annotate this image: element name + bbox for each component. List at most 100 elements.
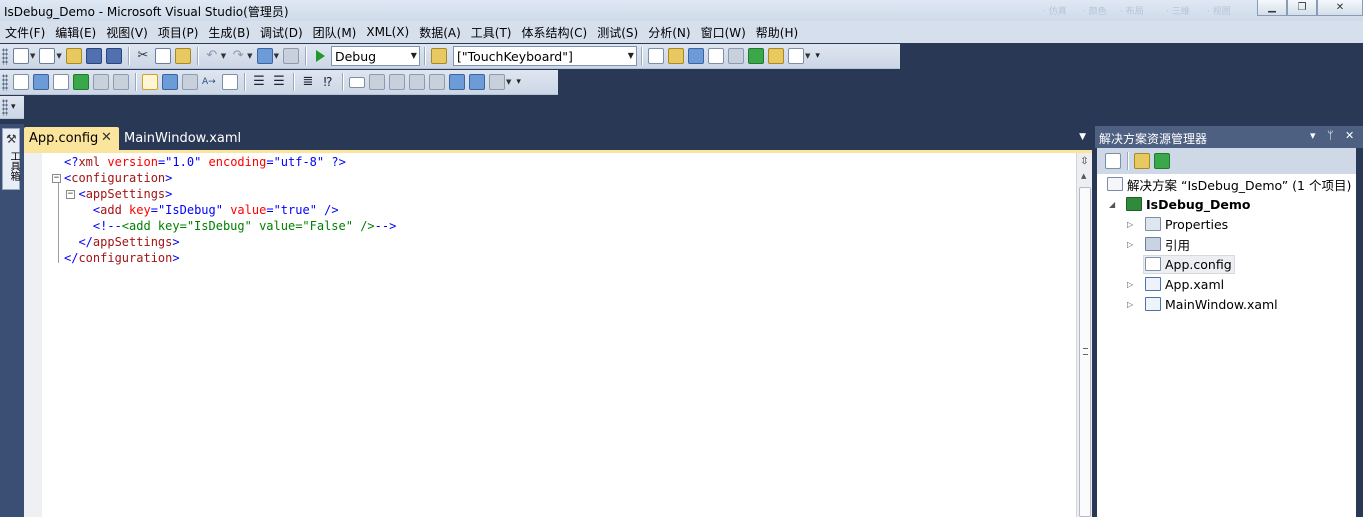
code-line[interactable]: </appSettings> [42, 234, 396, 250]
show-all-files-icon[interactable] [1134, 153, 1150, 169]
start-debugging-icon[interactable] [315, 50, 325, 62]
navigate-forward-icon[interactable] [282, 48, 299, 64]
tree-item-mainwindow-xaml[interactable]: MainWindow.xaml [1145, 295, 1278, 313]
menu-window[interactable]: 窗口(W) [696, 24, 751, 41]
collapsed-arrow-icon[interactable]: ▷ [1127, 220, 1133, 229]
menu-data[interactable]: 数据(A) [414, 24, 466, 41]
toolbox-tab[interactable]: ⚒ 工具箱 [2, 128, 20, 190]
open-folder-icon[interactable] [65, 48, 82, 64]
properties-icon[interactable] [1105, 153, 1121, 169]
menu-file[interactable]: 文件(F) [0, 24, 50, 41]
find-combo[interactable]: ["TouchKeyboard"] ▼ [452, 46, 637, 66]
chevron-down-icon[interactable]: ▼ [247, 52, 252, 60]
save-icon[interactable] [85, 48, 102, 64]
run-xslt-icon[interactable] [73, 74, 89, 90]
comment-icon[interactable]: ≣ [300, 74, 316, 90]
debug-xslt-icon[interactable] [93, 74, 109, 90]
close-icon[interactable]: ✕ [1345, 129, 1354, 142]
chevron-down-icon[interactable]: ▾ [1310, 129, 1316, 142]
chevron-down-icon[interactable]: ▼ [274, 52, 279, 60]
code-line[interactable]: <configuration> [42, 170, 396, 186]
menu-build[interactable]: 生成(B) [203, 24, 255, 41]
increase-indent-icon[interactable]: ☰ [271, 74, 287, 90]
chevron-down-icon[interactable]: ▼ [805, 52, 810, 60]
menu-xml[interactable]: XML(X) [361, 25, 414, 39]
prev-bookmark-doc-icon[interactable] [449, 74, 465, 90]
next-bookmark-doc-icon[interactable] [469, 74, 485, 90]
prev-bookmark-folder-icon[interactable] [409, 74, 425, 90]
restore-button[interactable]: ❐ [1287, 0, 1317, 16]
menu-architecture[interactable]: 体系结构(C) [516, 24, 592, 41]
chevron-down-icon[interactable]: ▼ [506, 78, 511, 86]
start-page-icon[interactable] [747, 48, 764, 64]
solution-configuration-dropdown[interactable]: Debug ▼ [330, 46, 420, 66]
toolbar-overflow-icon[interactable]: ▾ [815, 51, 820, 61]
toolbar-grip[interactable] [2, 98, 8, 116]
menu-analyze[interactable]: 分析(N) [643, 24, 695, 41]
next-bookmark-folder-icon[interactable] [429, 74, 445, 90]
undo-icon[interactable]: ↶ [204, 48, 220, 64]
vertical-scrollbar[interactable]: ⇳ ▲ [1076, 153, 1092, 517]
code-content[interactable]: <?xml version="1.0" encoding="utf-8" ?> <… [42, 154, 396, 266]
decrease-indent-icon[interactable]: ☰ [251, 74, 267, 90]
toolbar-grip[interactable] [2, 47, 8, 65]
scroll-thumb[interactable] [1079, 187, 1091, 517]
toolbar-grip[interactable] [2, 73, 8, 91]
close-icon[interactable]: ✕ [101, 130, 112, 145]
command-window-icon[interactable] [787, 48, 804, 64]
uncomment-icon[interactable]: ⁉ [320, 74, 336, 90]
toolbar-overflow-icon[interactable]: ▾ [516, 77, 521, 87]
tree-project[interactable]: IsDebug_Demo [1126, 195, 1250, 213]
xslt-icon[interactable] [33, 74, 49, 90]
code-line[interactable]: <?xml version="1.0" encoding="utf-8" ?> [42, 154, 396, 170]
toolbar-overflow-icon[interactable]: ▾ [11, 102, 16, 112]
tab-app-config[interactable]: App.config ✕ [24, 127, 119, 150]
refresh-icon[interactable] [1154, 153, 1170, 169]
minimize-button[interactable]: ▁ [1257, 0, 1287, 16]
split-handle-icon[interactable]: ⇳ [1079, 156, 1090, 168]
member-list-icon[interactable] [142, 74, 158, 90]
tab-mainwindow-xaml[interactable]: MainWindow.xaml [124, 131, 241, 146]
chevron-down-icon[interactable]: ▼ [30, 52, 35, 60]
collapsed-arrow-icon[interactable]: ▷ [1127, 280, 1133, 289]
expanded-arrow-icon[interactable]: ◢ [1109, 200, 1115, 209]
copy-icon[interactable] [154, 48, 171, 64]
schema-icon[interactable] [13, 74, 29, 90]
document-icon[interactable] [53, 74, 69, 90]
pin-icon[interactable]: ᛘ [1327, 129, 1334, 142]
menu-help[interactable]: 帮助(H) [751, 24, 803, 41]
bookmark-icon[interactable] [349, 76, 365, 88]
stop-icon[interactable] [113, 74, 129, 90]
solution-explorer-icon[interactable] [667, 48, 684, 64]
collapsed-arrow-icon[interactable]: ▷ [1127, 240, 1133, 249]
tree-item-app-xaml[interactable]: App.xaml [1145, 275, 1224, 293]
extension-manager-icon[interactable] [767, 48, 784, 64]
chevron-down-icon[interactable]: ▼ [221, 52, 226, 60]
parameter-info-icon[interactable] [162, 74, 178, 90]
chevron-down-icon[interactable]: ▼ [1079, 132, 1086, 142]
add-item-icon[interactable] [39, 48, 56, 64]
navigate-backward-icon[interactable] [256, 48, 273, 64]
menu-team[interactable]: 团队(M) [308, 24, 362, 41]
close-window-button[interactable]: ✕ [1317, 0, 1363, 16]
code-editor[interactable]: − − <?xml version="1.0" encoding="utf-8"… [24, 150, 1092, 517]
prev-bookmark-icon[interactable] [369, 74, 385, 90]
find-in-files-icon[interactable] [430, 48, 447, 64]
save-all-icon[interactable] [105, 48, 122, 64]
menu-view[interactable]: 视图(V) [101, 24, 153, 41]
new-project-icon[interactable] [13, 48, 29, 64]
tree-solution[interactable]: 解决方案 “IsDebug_Demo” (1 个项目) [1107, 175, 1351, 193]
display-word-icon[interactable] [222, 74, 238, 90]
code-line[interactable]: <appSettings> [42, 186, 396, 202]
code-line[interactable]: </configuration> [42, 250, 396, 266]
menu-test[interactable]: 测试(S) [592, 24, 643, 41]
code-line[interactable]: <!--<add key="IsDebug" value="False" />-… [42, 218, 396, 234]
clear-bookmarks-icon[interactable] [489, 74, 505, 90]
collapsed-arrow-icon[interactable]: ▷ [1127, 300, 1133, 309]
menu-project[interactable]: 项目(P) [153, 24, 204, 41]
tree-item-references[interactable]: 引用 [1145, 235, 1190, 253]
menu-debug[interactable]: 调试(D) [255, 24, 308, 41]
paste-icon[interactable] [174, 48, 191, 64]
menu-tools[interactable]: 工具(T) [466, 24, 517, 41]
find-symbol-icon[interactable] [647, 48, 664, 64]
